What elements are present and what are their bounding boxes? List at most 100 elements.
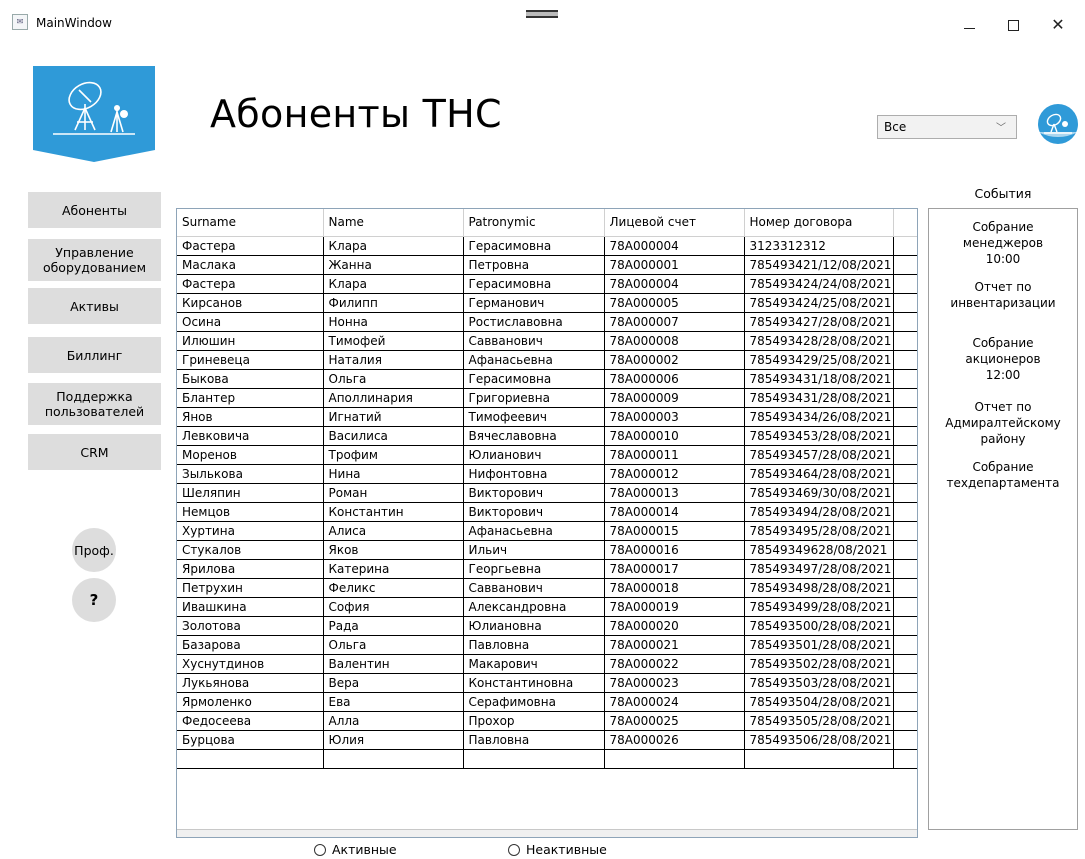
table-cell[interactable]: Григориевна bbox=[463, 388, 605, 408]
sidebar-item-billing[interactable]: Биллинг bbox=[28, 337, 161, 373]
table-cell[interactable] bbox=[604, 749, 745, 769]
table-cell[interactable]: 78A000015 bbox=[604, 521, 745, 541]
table-cell[interactable] bbox=[744, 749, 894, 769]
table-cell[interactable]: 78A000014 bbox=[604, 502, 745, 522]
table-row[interactable]: Маслака Жанна Петровна 78A000001 785493421/1… bbox=[177, 255, 917, 275]
table-row[interactable]: Шеляпин Роман Викторович 78A000013 785493469… bbox=[177, 483, 917, 503]
table-cell[interactable]: Афанасьевна bbox=[463, 350, 605, 370]
table-cell[interactable]: 78A000012 bbox=[604, 464, 745, 484]
column-header[interactable]: Surname bbox=[177, 209, 324, 237]
table-cell[interactable]: 785493428/28/08/2021 bbox=[744, 331, 894, 351]
table-cell[interactable]: 78A000001 bbox=[604, 255, 745, 275]
table-cell[interactable]: 785493506/28/08/2021 bbox=[744, 730, 894, 750]
table-cell[interactable]: Хуртина bbox=[177, 521, 324, 541]
table-cell[interactable]: 785493429/25/08/2021 bbox=[744, 350, 894, 370]
table-row[interactable]: Илюшин Тимофей Савванович 78A000008 78549342… bbox=[177, 331, 917, 351]
table-cell[interactable]: Петровна bbox=[463, 255, 605, 275]
table-row[interactable]: Ивашкина София Александровна 78A000019 78549… bbox=[177, 597, 917, 617]
table-cell[interactable]: 78A000010 bbox=[604, 426, 745, 446]
table-cell[interactable]: Вячеславовна bbox=[463, 426, 605, 446]
table-row[interactable]: Гриневеца Наталия Афанасьевна 78A000002 7854… bbox=[177, 350, 917, 370]
table-row[interactable]: Золотова Рада Юлиановна 78A000020 785493500/… bbox=[177, 616, 917, 636]
table-cell[interactable]: 78A000020 bbox=[604, 616, 745, 636]
table-cell[interactable]: Валентин bbox=[323, 654, 464, 674]
table-cell[interactable]: 785493495/28/08/2021 bbox=[744, 521, 894, 541]
sidebar-item-support[interactable]: Поддержка пользователей bbox=[28, 383, 161, 425]
table-cell[interactable]: Серафимовна bbox=[463, 692, 605, 712]
table-cell[interactable]: 785493424/25/08/2021 bbox=[744, 293, 894, 313]
table-cell[interactable]: 785493497/28/08/2021 bbox=[744, 559, 894, 579]
table-cell[interactable]: Лукьянова bbox=[177, 673, 324, 693]
column-header[interactable]: Лицевой счет bbox=[604, 209, 745, 237]
table-cell[interactable]: 785493421/12/08/2021 bbox=[744, 255, 894, 275]
table-cell[interactable]: Шеляпин bbox=[177, 483, 324, 503]
table-cell[interactable]: Герасимовна bbox=[463, 274, 605, 294]
table-cell[interactable]: Зылькова bbox=[177, 464, 324, 484]
table-cell[interactable]: Фастера bbox=[177, 274, 324, 294]
table-cell[interactable]: Бурцова bbox=[177, 730, 324, 750]
table-cell[interactable]: Быкова bbox=[177, 369, 324, 389]
table-cell[interactable]: 78A000019 bbox=[604, 597, 745, 617]
table-row[interactable]: Петрухин Феликс Савванович 78A000018 7854934… bbox=[177, 578, 917, 598]
table-cell[interactable]: 785493503/28/08/2021 bbox=[744, 673, 894, 693]
table-cell[interactable]: 78A000017 bbox=[604, 559, 745, 579]
table-cell[interactable]: 785493499/28/08/2021 bbox=[744, 597, 894, 617]
table-cell[interactable]: Ева bbox=[323, 692, 464, 712]
table-cell[interactable]: 3123312312 bbox=[744, 236, 894, 256]
close-button[interactable]: ✕ bbox=[1035, 12, 1081, 38]
table-cell[interactable]: 78A000013 bbox=[604, 483, 745, 503]
table-cell[interactable]: 78A000022 bbox=[604, 654, 745, 674]
table-cell[interactable]: Александровна bbox=[463, 597, 605, 617]
table-cell[interactable]: Савванович bbox=[463, 578, 605, 598]
table-cell[interactable]: Нифонтовна bbox=[463, 464, 605, 484]
table-cell[interactable]: 78A000011 bbox=[604, 445, 745, 465]
radio-active-circle[interactable] bbox=[314, 843, 326, 856]
table-row[interactable]: Хуртина Алиса Афанасьевна 78A000015 78549349… bbox=[177, 521, 917, 541]
table-cell[interactable]: 78A000026 bbox=[604, 730, 745, 750]
table-cell[interactable]: Юлия bbox=[323, 730, 464, 750]
sidebar-item-crm[interactable]: CRM bbox=[28, 434, 161, 470]
table-cell[interactable]: 78A000024 bbox=[604, 692, 745, 712]
table-cell[interactable]: Блантер bbox=[177, 388, 324, 408]
table-row[interactable]: Кирсанов Филипп Германович 78A000005 7854934… bbox=[177, 293, 917, 313]
table-cell[interactable]: Федосеева bbox=[177, 711, 324, 731]
table-cell[interactable]: Тимофеевич bbox=[463, 407, 605, 427]
table-cell[interactable]: 78A000023 bbox=[604, 673, 745, 693]
table-cell[interactable]: Викторович bbox=[463, 502, 605, 522]
table-cell[interactable]: Нина bbox=[323, 464, 464, 484]
table-cell[interactable]: 785493500/28/08/2021 bbox=[744, 616, 894, 636]
table-cell[interactable]: 78A000004 bbox=[604, 274, 745, 294]
table-row[interactable]: Осина Нонна Ростиславовна 78A000007 78549342… bbox=[177, 312, 917, 332]
sidebar-item-assets[interactable]: Активы bbox=[28, 288, 161, 324]
table-cell[interactable]: Герасимовна bbox=[463, 369, 605, 389]
table-cell[interactable]: 785493504/28/08/2021 bbox=[744, 692, 894, 712]
table-row[interactable]: Лукьянова Вера Константиновна 78A000023 7854… bbox=[177, 673, 917, 693]
radio-active[interactable]: Активные bbox=[314, 842, 397, 857]
table-cell[interactable]: Герасимовна bbox=[463, 236, 605, 256]
table-cell[interactable]: 785493498/28/08/2021 bbox=[744, 578, 894, 598]
table-cell[interactable]: 785493501/28/08/2021 bbox=[744, 635, 894, 655]
table-cell[interactable]: 785493502/28/08/2021 bbox=[744, 654, 894, 674]
table-row[interactable]: Ярилова Катерина Георгьевна 78A000017 785493… bbox=[177, 559, 917, 579]
table-cell[interactable]: Афанасьевна bbox=[463, 521, 605, 541]
table-cell[interactable]: Василиса bbox=[323, 426, 464, 446]
table-cell[interactable]: 78A000008 bbox=[604, 331, 745, 351]
table-cell[interactable]: Ольга bbox=[323, 369, 464, 389]
table-cell[interactable]: 785493427/28/08/2021 bbox=[744, 312, 894, 332]
table-cell[interactable]: 78549349628/08/2021 bbox=[744, 540, 894, 560]
table-cell[interactable]: 78A000016 bbox=[604, 540, 745, 560]
table-cell[interactable]: 785493453/28/08/2021 bbox=[744, 426, 894, 446]
table-cell[interactable]: 78A000006 bbox=[604, 369, 745, 389]
table-cell[interactable]: Нонна bbox=[323, 312, 464, 332]
column-header[interactable]: Номер договора bbox=[744, 209, 894, 237]
table-row[interactable]: Немцов Константин Викторович 78A000014 78549… bbox=[177, 502, 917, 522]
table-row[interactable]: Базарова Ольга Павловна 78A000021 785493501/… bbox=[177, 635, 917, 655]
table-cell[interactable] bbox=[463, 749, 605, 769]
table-cell[interactable]: 78A000004 bbox=[604, 236, 745, 256]
table-row[interactable]: Быкова Ольга Герасимовна 78A000006 785493431… bbox=[177, 369, 917, 389]
table-cell[interactable]: Роман bbox=[323, 483, 464, 503]
table-cell[interactable]: Ильич bbox=[463, 540, 605, 560]
table-row[interactable]: Фастера Клара Герасимовна 78A000004 31233123… bbox=[177, 236, 917, 256]
subscriber-filter-select[interactable]: Все ﹀ bbox=[877, 115, 1017, 139]
table-row[interactable] bbox=[177, 749, 917, 769]
